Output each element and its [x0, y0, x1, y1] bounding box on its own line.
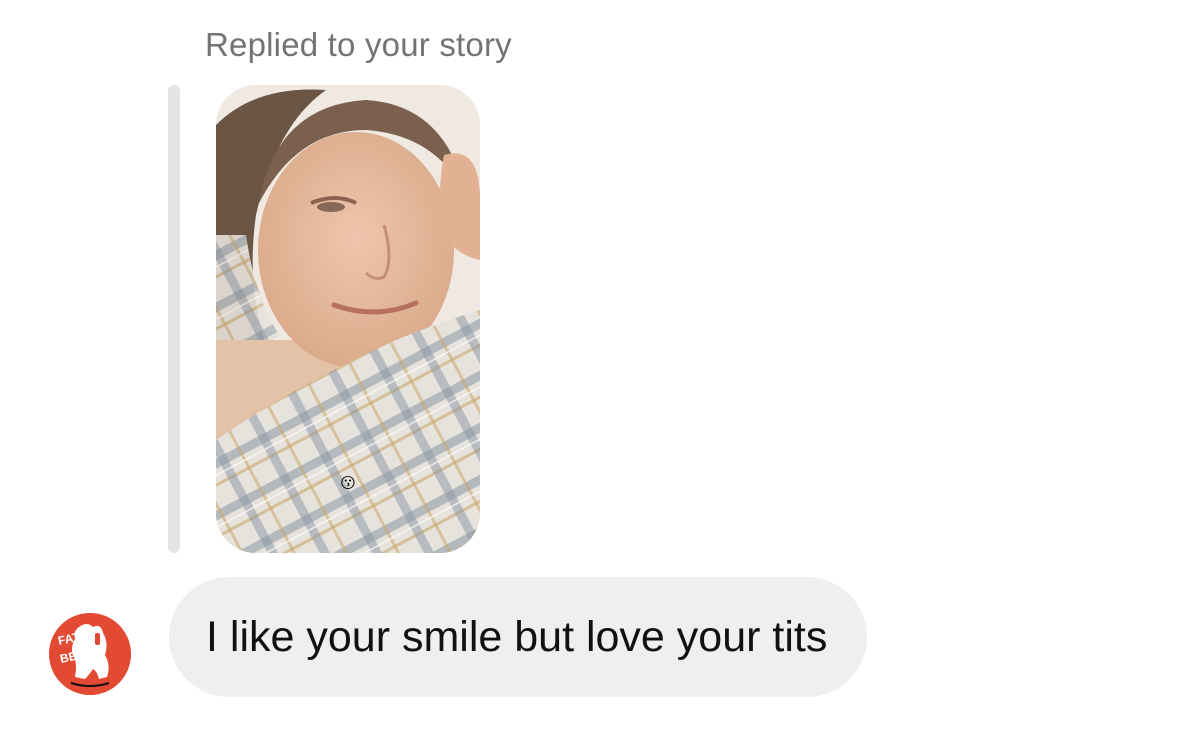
reply-context-label: Replied to your story — [205, 26, 512, 63]
message-thread: Replied to your story 😗 FAT BEAR I like … — [0, 0, 1179, 733]
sender-avatar[interactable]: FAT BEAR — [49, 613, 131, 695]
fat-bear-logo-icon: FAT BEAR — [49, 613, 131, 695]
reply-indicator-bar — [168, 85, 180, 553]
story-emoji-sticker: 😗 — [340, 475, 356, 492]
story-thumbnail[interactable]: 😗 — [216, 85, 480, 553]
message-text: I like your smile but love your tits — [206, 612, 828, 661]
message-bubble[interactable]: I like your smile but love your tits — [169, 577, 868, 697]
